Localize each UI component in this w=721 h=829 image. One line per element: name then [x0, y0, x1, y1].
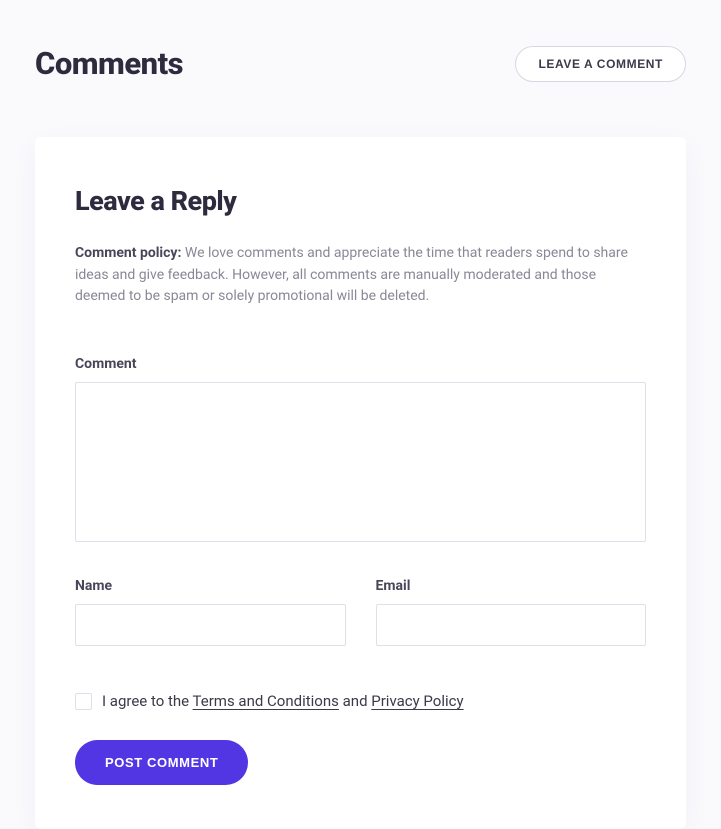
comment-policy: Comment policy: We love comments and app… — [75, 243, 646, 308]
comment-textarea[interactable] — [75, 382, 646, 542]
comment-label: Comment — [75, 356, 646, 372]
terms-link[interactable]: Terms and Conditions — [193, 692, 339, 710]
agree-prefix: I agree to the — [102, 692, 193, 710]
email-label: Email — [376, 578, 647, 594]
email-input[interactable] — [376, 604, 647, 646]
privacy-link[interactable]: Privacy Policy — [371, 692, 463, 710]
email-col: Email — [376, 578, 647, 646]
agree-checkbox[interactable] — [75, 693, 92, 710]
name-label: Name — [75, 578, 346, 594]
header-row: Comments LEAVE A COMMENT — [0, 5, 721, 82]
name-input[interactable] — [75, 604, 346, 646]
page-title: Comments — [35, 45, 183, 82]
name-col: Name — [75, 578, 346, 646]
agree-row: I agree to the Terms and Conditions and … — [75, 692, 646, 710]
agree-text: I agree to the Terms and Conditions and … — [102, 692, 464, 710]
name-email-row: Name Email — [75, 578, 646, 646]
agree-mid: and — [339, 692, 371, 710]
leave-comment-button[interactable]: LEAVE A COMMENT — [515, 46, 686, 82]
post-comment-button[interactable]: POST COMMENT — [75, 740, 248, 785]
policy-label: Comment policy: — [75, 245, 181, 261]
reply-card: Leave a Reply Comment policy: We love co… — [35, 137, 686, 829]
reply-title: Leave a Reply — [75, 185, 646, 217]
